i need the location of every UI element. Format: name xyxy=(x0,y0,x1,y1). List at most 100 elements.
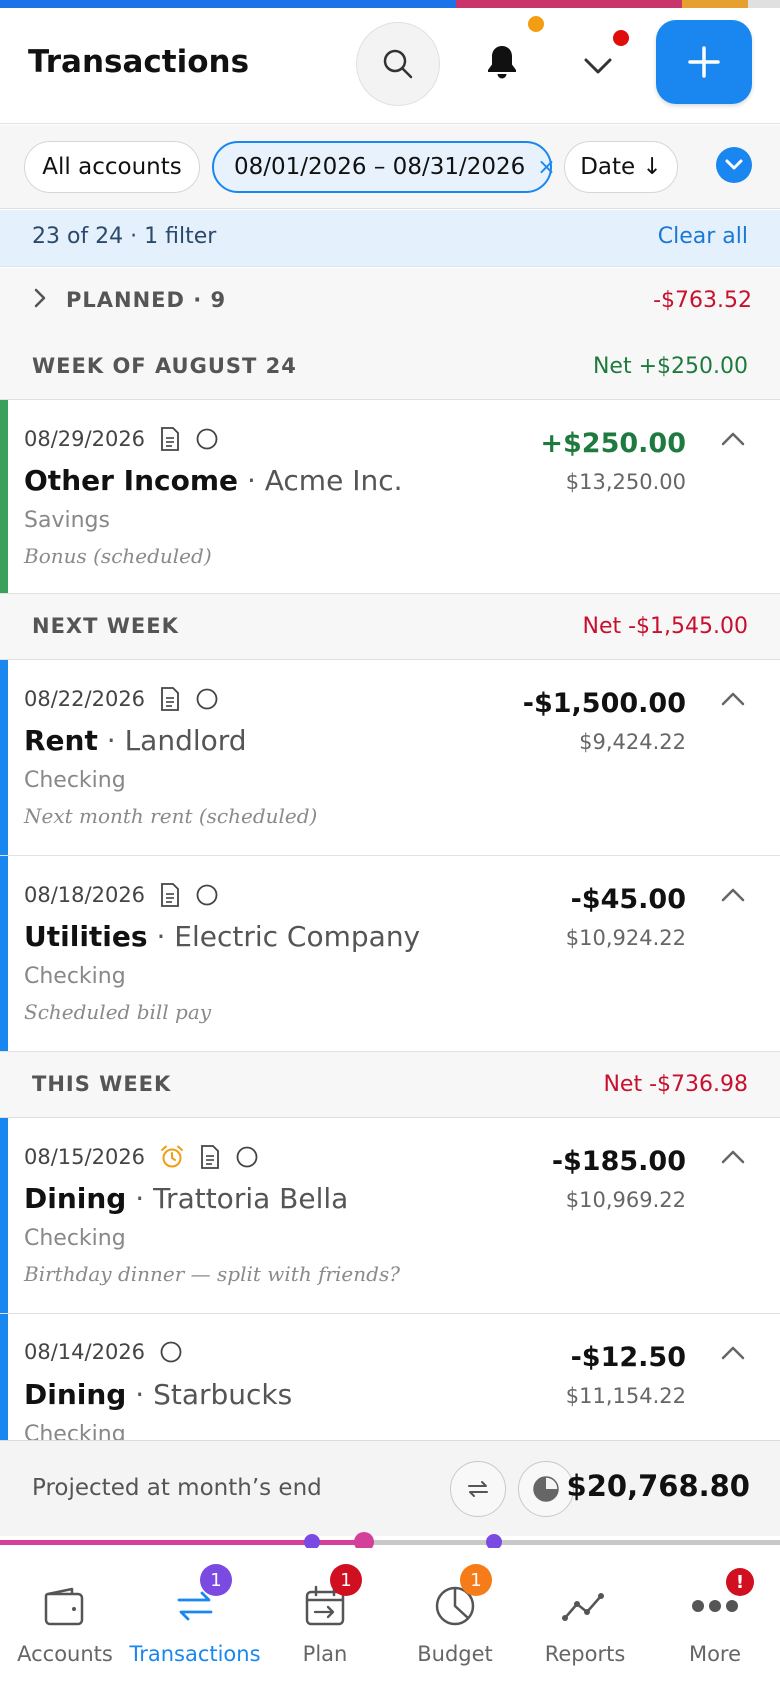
tab-label: Reports xyxy=(544,1642,626,1666)
document-icon xyxy=(161,883,179,907)
transaction-amount: -$1,500.00 xyxy=(522,688,686,719)
projection-bar: Projected at month’s end $20,768.80 xyxy=(0,1440,780,1536)
wallet-icon xyxy=(44,1587,84,1626)
transaction-date: 08/22/2026 xyxy=(24,687,146,711)
week-net: Net -$1,545.00 xyxy=(582,614,748,639)
week-label: THIS WEEK xyxy=(32,1072,172,1096)
tab-accounts[interactable]: Accounts xyxy=(0,1548,130,1688)
chevron-down-icon xyxy=(725,159,743,170)
unreconciled-circle-icon[interactable] xyxy=(159,1340,183,1364)
bell-icon xyxy=(488,46,516,79)
transaction-account: Checking xyxy=(24,1422,126,1440)
search-button[interactable] xyxy=(356,22,440,106)
app-header: Transactions xyxy=(0,8,780,124)
chevron-up-icon[interactable] xyxy=(720,690,746,708)
filter-summary-bar: 23 of 24 · 1 filter Clear all xyxy=(0,210,780,267)
document-icon xyxy=(161,427,179,451)
transaction-category: Utilities xyxy=(24,920,148,953)
transaction-memo: Next month rent (scheduled) xyxy=(24,804,318,828)
week-header: THIS WEEK Net -$736.98 xyxy=(0,1052,780,1118)
transaction-memo: Scheduled bill pay xyxy=(24,1000,212,1024)
week-label: NEXT WEEK xyxy=(32,614,179,638)
transaction-row[interactable]: 08/22/2026 Rent · Landlord Checking Next… xyxy=(0,660,780,856)
tab-label: Plan xyxy=(302,1642,348,1666)
tab-more[interactable]: ! More xyxy=(650,1548,780,1688)
week-label: WEEK OF AUGUST 24 xyxy=(32,354,297,378)
slider-track-inactive xyxy=(364,1540,780,1545)
more-filters-button[interactable] xyxy=(716,147,752,183)
chevron-up-icon[interactable] xyxy=(720,430,746,448)
accounts-filter-chip[interactable]: All accounts xyxy=(24,141,200,193)
transaction-payee: · Trattoria Bella xyxy=(135,1182,349,1215)
transaction-payee: · Acme Inc. xyxy=(246,464,403,497)
stripe-segment xyxy=(456,0,682,8)
unreconciled-circle-icon[interactable] xyxy=(195,883,219,907)
transaction-category: Rent xyxy=(24,724,98,757)
transaction-payee: · Electric Company xyxy=(156,920,421,953)
transaction-row[interactable]: 08/18/2026 Utilities · Electric Company … xyxy=(0,856,780,1052)
chevron-up-icon[interactable] xyxy=(720,886,746,904)
transaction-account: Checking xyxy=(24,964,126,989)
tab-reports[interactable]: Reports xyxy=(520,1548,650,1688)
transaction-amount: -$185.00 xyxy=(551,1146,686,1177)
transaction-amount: -$45.00 xyxy=(570,884,686,915)
income-indicator-bar xyxy=(0,400,8,593)
document-icon xyxy=(201,1145,219,1169)
chevron-right-icon xyxy=(34,288,46,308)
expense-indicator-bar xyxy=(0,1118,8,1313)
tab-badge: ! xyxy=(726,1568,754,1596)
transaction-row[interactable]: 08/29/2026 Other Income · Acme Inc. Savi… xyxy=(0,400,780,594)
transaction-date: 08/18/2026 xyxy=(24,883,146,907)
result-count: 23 of 24 · 1 filter xyxy=(32,224,217,249)
expense-indicator-bar xyxy=(0,1314,8,1440)
transaction-row[interactable]: 08/14/2026 Dining · Starbucks Checking -… xyxy=(0,1314,780,1440)
running-balance: $11,154.22 xyxy=(565,1384,686,1408)
clear-date-filter-icon[interactable]: × xyxy=(537,155,555,180)
tab-badge: 1 xyxy=(460,1564,492,1596)
unreconciled-circle-icon[interactable] xyxy=(195,427,219,451)
transaction-category: Other Income xyxy=(24,464,239,497)
transaction-memo: Birthday dinner — split with friends? xyxy=(24,1262,400,1286)
tab-label: Budget xyxy=(417,1642,493,1666)
unreconciled-circle-icon[interactable] xyxy=(235,1145,259,1169)
transaction-date: 08/15/2026 xyxy=(24,1145,146,1169)
document-icon xyxy=(161,687,179,711)
notification-dot xyxy=(528,16,544,32)
more-dots-icon xyxy=(692,1600,738,1612)
unreconciled-circle-icon[interactable] xyxy=(195,687,219,711)
planned-section-header[interactable]: PLANNED · 9 -$763.52 xyxy=(0,268,780,334)
transfer-toggle-button[interactable] xyxy=(450,1461,506,1517)
tab-label: Transactions xyxy=(129,1642,261,1666)
stripe-segment xyxy=(0,0,456,8)
transaction-amount: -$12.50 xyxy=(570,1342,686,1373)
running-balance: $13,250.00 xyxy=(565,470,686,494)
running-balance: $10,969.22 xyxy=(565,1188,686,1212)
swap-arrows-icon xyxy=(468,1481,488,1497)
tab-transactions[interactable]: 1 Transactions xyxy=(129,1548,261,1688)
pie-chart-icon xyxy=(533,1476,559,1502)
tab-label: Accounts xyxy=(17,1642,113,1666)
add-transaction-button[interactable] xyxy=(656,20,752,104)
planned-label: PLANNED · 9 xyxy=(66,288,227,312)
chip-label: 08/01/2026 – 08/31/2026 xyxy=(234,154,526,180)
expense-indicator-bar xyxy=(0,856,8,1051)
timeline-slider[interactable] xyxy=(0,1532,780,1552)
transaction-payee: · Starbucks xyxy=(135,1378,293,1411)
transaction-row[interactable]: 08/15/2026 Dining · Trattoria Bella Chec… xyxy=(0,1118,780,1314)
transaction-account: Savings xyxy=(24,508,110,533)
chip-label: All accounts xyxy=(42,154,182,180)
tab-budget[interactable]: 1 Budget xyxy=(390,1548,520,1688)
week-net: Net -$736.98 xyxy=(603,1072,748,1097)
notifications-button[interactable] xyxy=(470,30,534,94)
clear-all-link[interactable]: Clear all xyxy=(658,224,748,249)
sort-chip[interactable]: Date ↓ xyxy=(564,141,678,193)
expense-indicator-bar xyxy=(0,660,8,855)
alert-dot xyxy=(613,30,629,46)
tab-badge: 1 xyxy=(330,1564,362,1596)
chevron-up-icon[interactable] xyxy=(720,1344,746,1362)
bottom-tab-bar: Accounts 1 Transactions 1 Plan 1 Budget … xyxy=(0,1548,780,1688)
transaction-account: Checking xyxy=(24,1226,126,1251)
tab-plan[interactable]: 1 Plan xyxy=(260,1548,390,1688)
chevron-up-icon[interactable] xyxy=(720,1148,746,1166)
date-range-chip[interactable]: 08/01/2026 – 08/31/2026 × xyxy=(212,141,556,193)
